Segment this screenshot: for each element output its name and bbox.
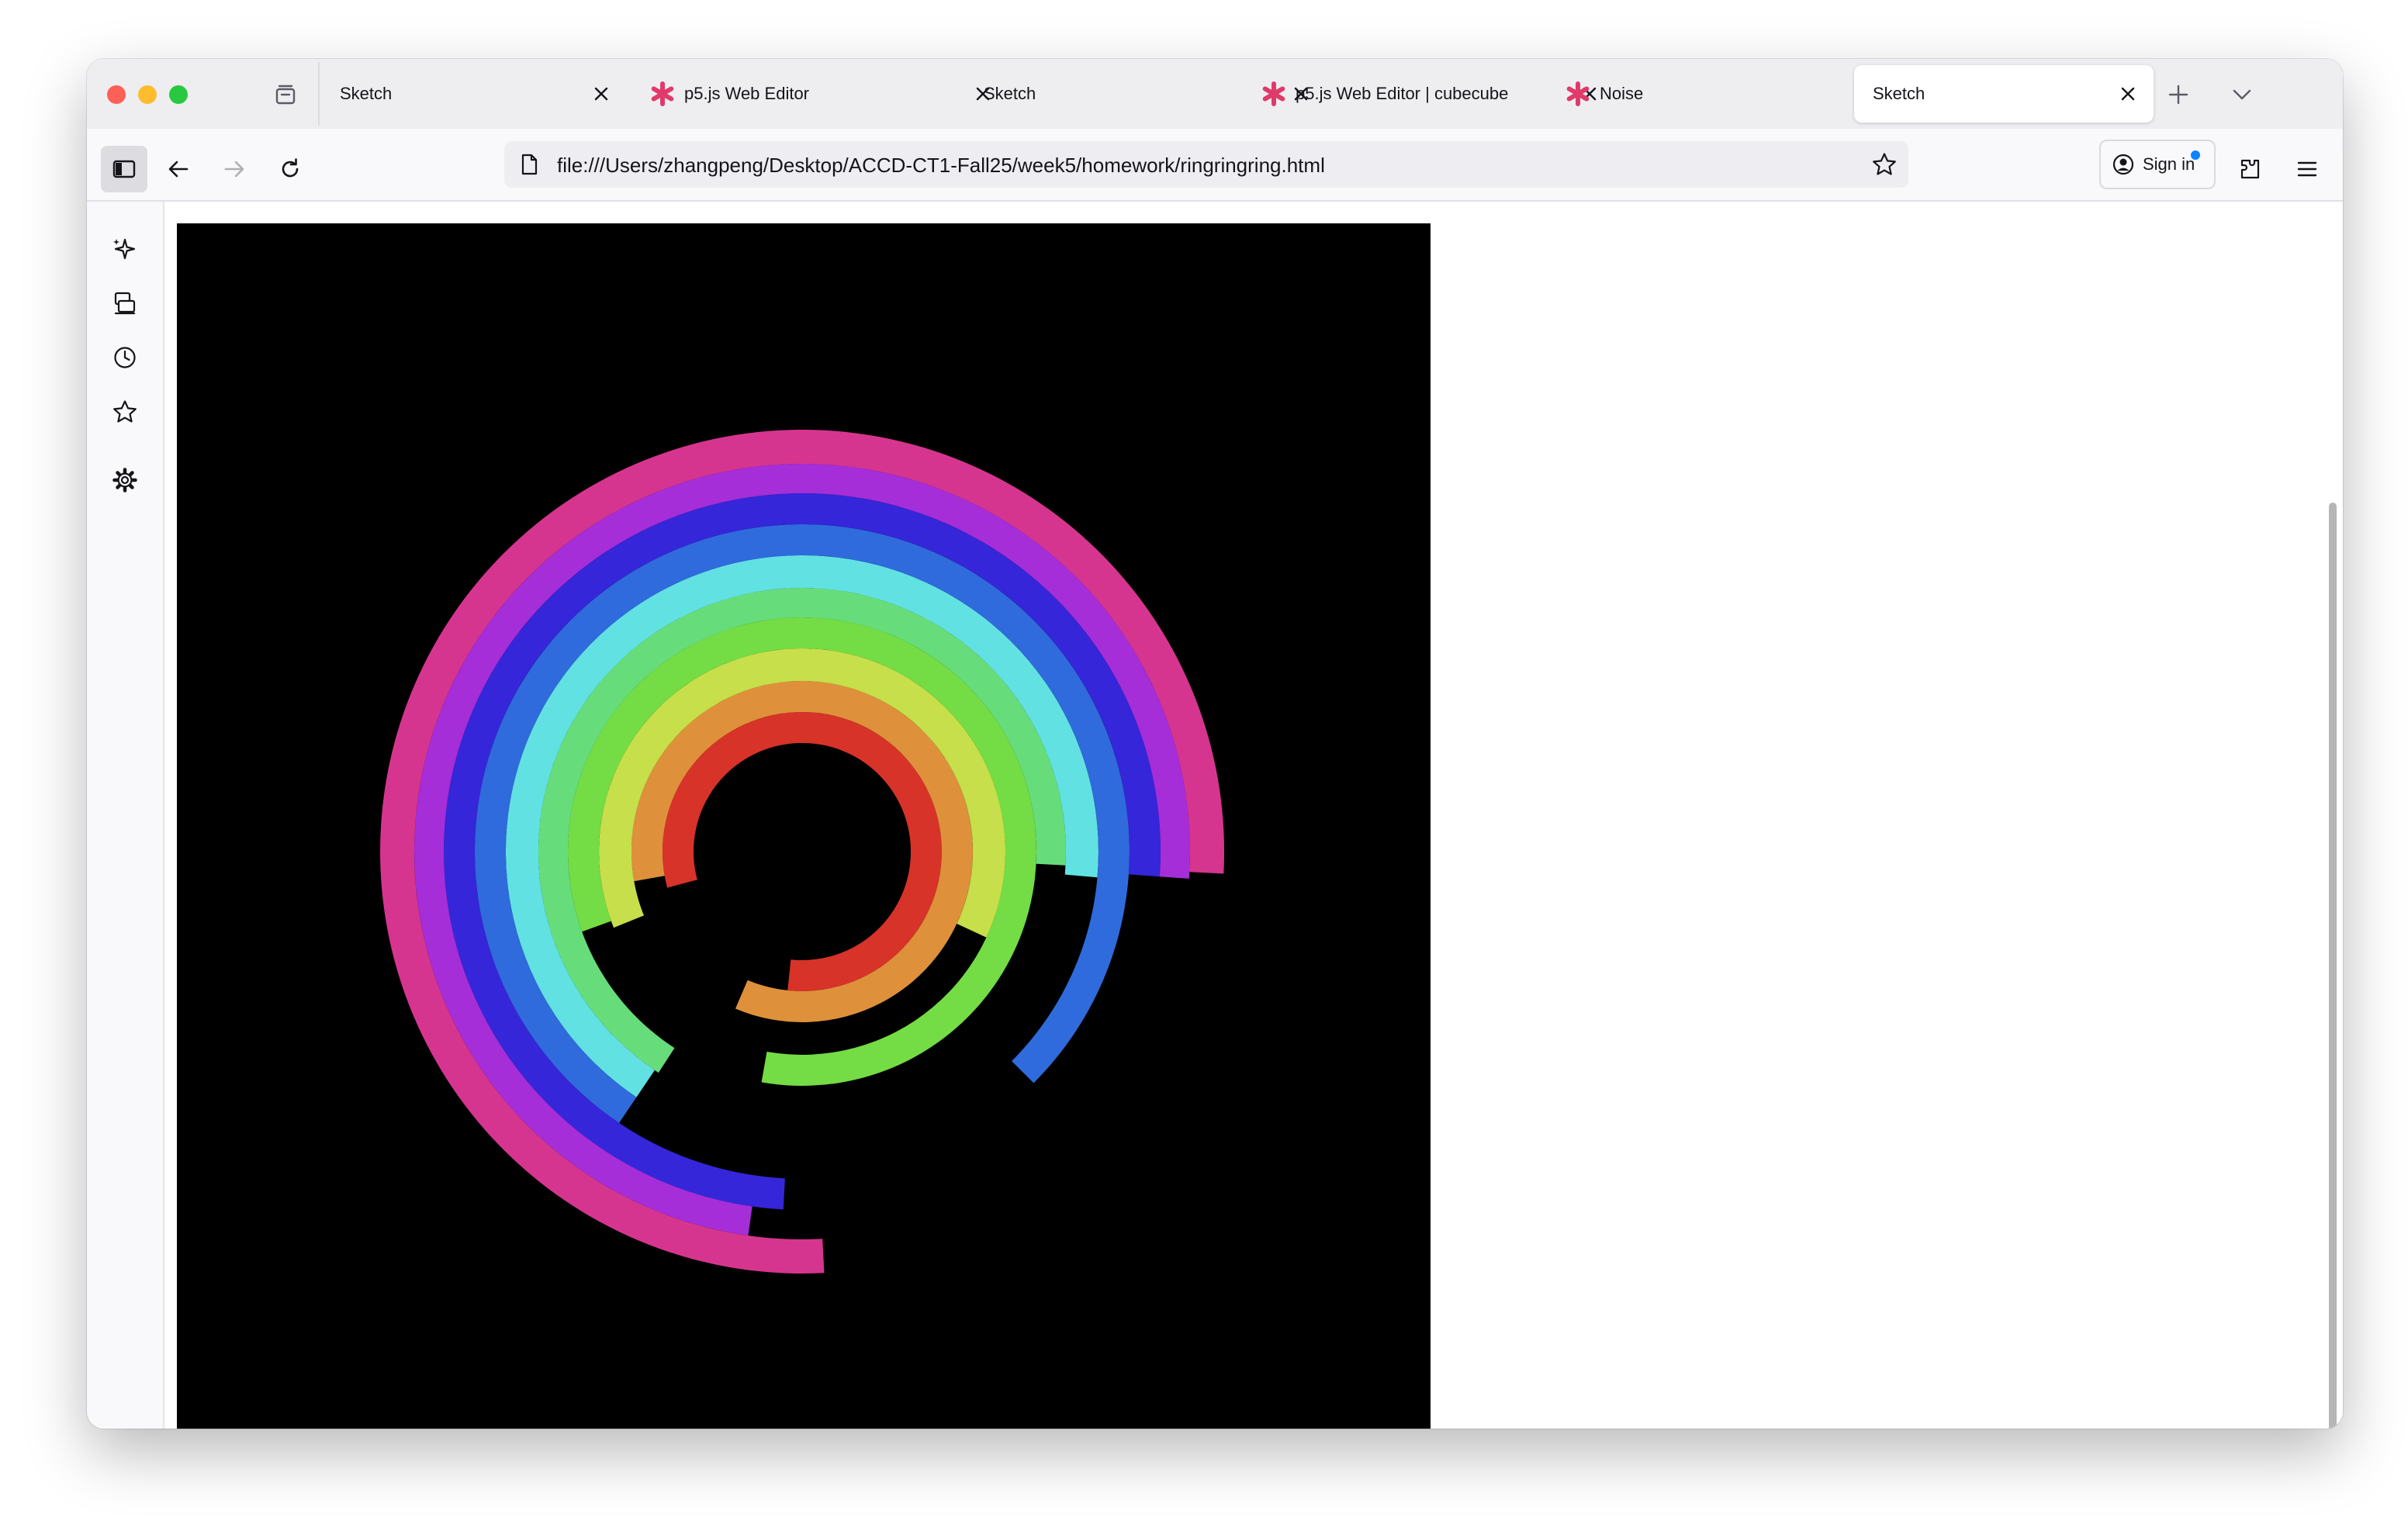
ring-arc-1: [662, 711, 942, 991]
tab-sketch-1[interactable]: Sketch: [321, 65, 627, 123]
rings-drawing: [380, 430, 1225, 1274]
bookmark-star-icon[interactable]: [1871, 151, 1898, 178]
tab-title: Sketch: [1873, 84, 1925, 103]
plus-icon: [2168, 85, 2188, 105]
bookmarks-button[interactable]: [107, 394, 143, 430]
arrow-right-icon: [224, 161, 244, 178]
notification-dot: [2189, 149, 2202, 161]
history-button[interactable]: [107, 340, 143, 375]
bookmarks-icon: [113, 400, 137, 423]
sign-in-label: Sign in: [2143, 154, 2195, 174]
window-close-button[interactable]: [107, 85, 126, 104]
close-icon[interactable]: [591, 84, 611, 104]
tab-groups-icon[interactable]: [272, 81, 299, 109]
reload-button[interactable]: [267, 146, 313, 192]
list-all-tabs-button[interactable]: [2226, 79, 2258, 110]
vertical-scrollbar[interactable]: [2323, 202, 2343, 1429]
extensions-button[interactable]: [2226, 146, 2273, 192]
tab-title: Sketch: [340, 84, 393, 103]
tab-title: p5.js Web Editor: [684, 84, 810, 103]
puzzle-piece-icon: [2240, 159, 2260, 179]
tab-p5js-web-editor[interactable]: p5.js Web Editor: [631, 65, 1009, 123]
hamburger-menu-icon: [2297, 161, 2317, 177]
p5-sketch-canvas[interactable]: [177, 223, 1431, 1429]
url-bar[interactable]: file:///Users/zhangpeng/Desktop/ACCD-CT1…: [504, 141, 1908, 188]
tab-sketch-active[interactable]: Sketch: [1854, 65, 2154, 123]
account-icon: [2112, 154, 2134, 175]
sidebar-toggle-button[interactable]: [101, 146, 147, 192]
sidebar-icon: [112, 160, 136, 178]
scrollbar-thumb[interactable]: [2329, 503, 2337, 1429]
p5js-asterisk-icon: [1261, 81, 1286, 106]
app-menu-button[interactable]: [2284, 146, 2330, 192]
synced-tabs-icon: [114, 292, 136, 315]
page-icon: [521, 154, 538, 175]
close-icon[interactable]: [2118, 84, 2138, 104]
history-icon: [114, 347, 136, 368]
sign-in-button[interactable]: Sign in: [2099, 140, 2216, 189]
ai-sparkle-icon: [113, 238, 136, 260]
sidebar: [87, 202, 164, 1429]
url-text[interactable]: file:///Users/zhangpeng/Desktop/ACCD-CT1…: [557, 154, 1325, 178]
window-maximize-button[interactable]: [169, 85, 188, 104]
back-button[interactable]: [155, 146, 202, 192]
browser-window: Sketch p5.js Web Editor Sketch p5.js Web…: [87, 59, 2343, 1429]
tab-separator: [318, 62, 320, 126]
customize-sidebar-button[interactable]: [107, 462, 143, 498]
ai-chatbot-button[interactable]: [107, 231, 143, 267]
arrow-left-icon: [168, 161, 189, 178]
synced-tabs-button[interactable]: [107, 285, 143, 321]
p5js-asterisk-icon: [1566, 81, 1590, 106]
page-content: [164, 202, 2321, 1429]
p5js-asterisk-icon: [650, 81, 675, 106]
settings-icon: [112, 468, 137, 492]
forward-button[interactable]: [211, 146, 258, 192]
chevron-down-icon: [2233, 89, 2251, 100]
reload-icon: [282, 158, 299, 178]
new-tab-button[interactable]: [2163, 79, 2194, 110]
window-minimize-button[interactable]: [138, 85, 157, 104]
tab-strip: Sketch p5.js Web Editor Sketch p5.js Web…: [87, 59, 2343, 129]
navigation-toolbar: file:///Users/zhangpeng/Desktop/ACCD-CT1…: [87, 129, 2343, 202]
